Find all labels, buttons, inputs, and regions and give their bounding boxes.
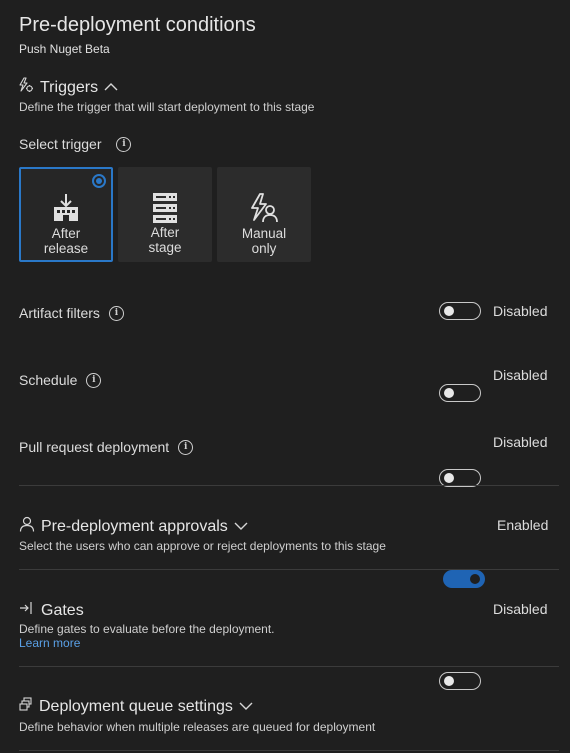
trigger-option-line1: Manual <box>241 226 287 241</box>
info-icon[interactable]: i <box>178 439 194 455</box>
trigger-option-line2: stage <box>148 240 182 255</box>
triggers-description: Define the trigger that will start deplo… <box>19 100 315 114</box>
trigger-option-after-release[interactable]: After release <box>19 167 113 262</box>
learn-more-link[interactable]: Learn more <box>19 636 80 650</box>
trigger-option-line1: After <box>51 226 81 241</box>
triggers-icon <box>19 77 34 98</box>
schedule-label: Schedule <box>19 372 78 388</box>
artifact-filters-label: Artifact filters <box>19 305 100 321</box>
chevron-down-icon <box>234 518 248 536</box>
chevron-up-icon <box>104 79 118 97</box>
queue-settings-heading: Deployment queue settings <box>39 697 233 715</box>
divider <box>19 750 559 751</box>
gates-header[interactable]: Gates <box>19 600 84 621</box>
manual-trigger-icon <box>217 167 311 223</box>
radio-selected-icon <box>92 174 106 188</box>
trigger-option-after-stage[interactable]: After stage <box>118 167 212 262</box>
gates-heading: Gates <box>41 601 84 619</box>
toggle-knob <box>444 473 454 483</box>
queue-settings-description: Define behavior when multiple releases a… <box>19 720 376 734</box>
stage-icon <box>118 167 212 224</box>
page-subtitle: Push Nuget Beta <box>19 42 110 56</box>
schedule-row: Schedule i <box>19 372 102 388</box>
trigger-option-manual-only[interactable]: Manual only <box>217 167 311 262</box>
pull-request-deployment-row: Pull request deployment i <box>19 439 194 455</box>
schedule-state: Disabled <box>493 367 548 383</box>
schedule-toggle[interactable] <box>439 384 481 402</box>
gates-state: Disabled <box>493 601 548 617</box>
pre-deployment-conditions-panel: Pre-deployment conditions Push Nuget Bet… <box>0 0 570 753</box>
approvals-header[interactable]: Pre-deployment approvals <box>19 516 248 537</box>
page-title: Pre-deployment conditions <box>19 14 256 36</box>
user-icon <box>19 516 35 537</box>
approvals-state: Enabled <box>497 517 549 533</box>
trigger-option-line1: After <box>150 225 180 240</box>
queue-icon <box>19 697 33 716</box>
trigger-option-line2: release <box>43 241 89 256</box>
toggle-knob <box>444 676 454 686</box>
select-trigger-row: Select trigger i <box>19 136 132 152</box>
info-icon[interactable]: i <box>116 136 132 152</box>
info-icon[interactable]: i <box>86 372 102 388</box>
divider <box>19 569 559 570</box>
approvals-description: Select the users who can approve or reje… <box>19 539 386 553</box>
pull-request-deployment-state: Disabled <box>493 434 548 450</box>
triggers-header[interactable]: Triggers <box>19 77 118 98</box>
approvals-heading: Pre-deployment approvals <box>41 517 228 535</box>
toggle-knob <box>470 574 480 584</box>
divider <box>19 485 559 486</box>
approvals-toggle[interactable] <box>443 570 485 588</box>
artifact-filters-row: Artifact filters i <box>19 305 124 321</box>
artifact-filters-toggle[interactable] <box>439 302 481 320</box>
info-icon[interactable]: i <box>108 305 124 321</box>
gates-description: Define gates to evaluate before the depl… <box>19 622 275 636</box>
gates-toggle[interactable] <box>439 672 481 690</box>
divider <box>19 666 559 667</box>
toggle-knob <box>444 306 454 316</box>
gate-icon <box>19 600 35 621</box>
pull-request-deployment-label: Pull request deployment <box>19 439 170 455</box>
queue-settings-header[interactable]: Deployment queue settings <box>19 697 253 716</box>
select-trigger-label: Select trigger <box>19 136 102 152</box>
artifact-filters-state: Disabled <box>493 303 548 319</box>
chevron-down-icon <box>239 698 253 716</box>
toggle-knob <box>444 388 454 398</box>
trigger-option-line2: only <box>251 241 277 256</box>
triggers-heading: Triggers <box>40 78 99 96</box>
